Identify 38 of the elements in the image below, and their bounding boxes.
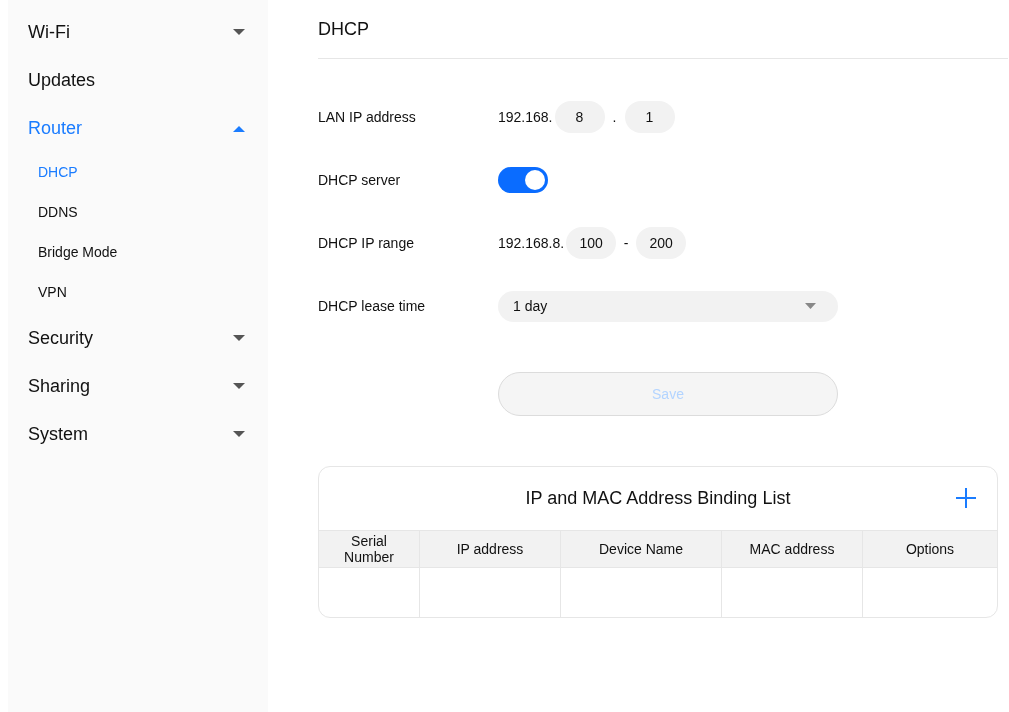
sidebar-subitem[interactable]: DDNS [38,201,78,223]
sidebar-item[interactable]: Sharing [8,362,268,410]
octet-field[interactable]: 200 [636,227,687,259]
card-title: IP and MAC Address Binding List [525,487,791,510]
octet-field[interactable]: 8 [554,101,605,133]
column-header: MAC address [748,541,836,557]
caret-down-icon [233,430,245,438]
sidebar-item[interactable]: Wi-Fi [8,8,268,56]
caret-down-icon [805,303,816,309]
field-label: DHCP server [318,170,402,190]
column-header: Serial Number [343,533,395,565]
caret-down-icon [233,334,245,342]
field-label: LAN IP address [318,107,417,127]
add-icon[interactable] [956,488,976,508]
sidebar-item[interactable]: System [8,410,268,458]
page-title: DHCP [318,17,369,41]
column-header: IP address [455,541,525,557]
sidebar-subitem[interactable]: DHCP [38,161,78,183]
caret-down-icon [233,382,245,390]
sidebar-item[interactable]: Updates [8,56,268,104]
column-header: Options [904,541,956,557]
ip-prefix: 192.168.8. [498,233,565,253]
caret-up-icon [233,124,245,132]
sidebar-item[interactable]: Router [8,104,268,152]
column-header: Device Name [598,541,684,557]
ip-prefix: 192.168. [498,107,553,127]
toggle-switch[interactable] [498,167,548,193]
separator-text: . [611,107,618,127]
octet-field[interactable]: 100 [566,227,617,259]
caret-down-icon [233,28,245,36]
separator-text: - [622,233,630,253]
field-label: DHCP lease time [318,296,427,316]
sidebar-subitem[interactable]: Bridge Mode [38,241,118,263]
sidebar-item[interactable]: Security [8,314,268,362]
sidebar-subitem[interactable]: VPN [38,281,67,303]
lease-time-select[interactable]: 1 day [498,290,838,322]
octet-field[interactable]: 1 [624,101,675,133]
field-label: DHCP IP range [318,233,415,253]
